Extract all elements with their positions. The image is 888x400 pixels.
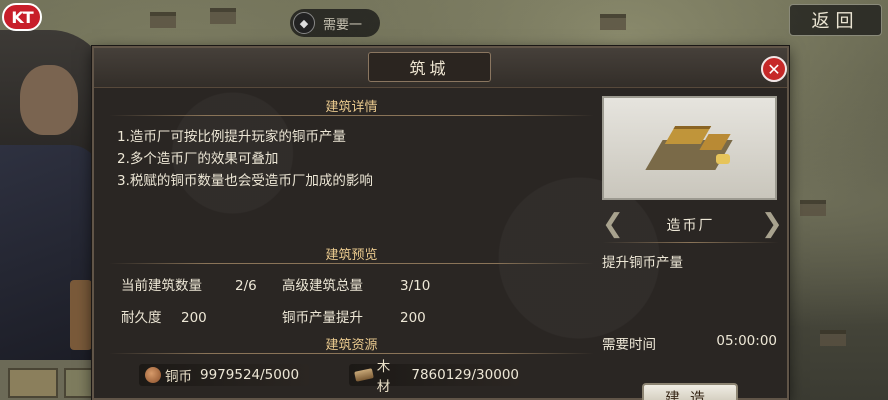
map-building (820, 330, 846, 346)
build-time-row: 需要时间 05:00:00 (602, 333, 779, 353)
build-city-dialog: 筑城 ✕ 建筑详情 1.造币厂可按比例提升玩家的铜币产量 2.多个造币厂的效果可… (92, 46, 789, 400)
current-count-label: 当前建筑数量 (121, 278, 202, 294)
right-panel: ❮ 造币厂 ❯ 提升铜币产量 需要时间 05:00:00 建造 (602, 96, 783, 400)
wood-value: 7860129/30000 (411, 367, 519, 383)
building-description: 提升铜币产量 (602, 255, 683, 271)
resources-heading: 建筑资源 (109, 334, 594, 354)
wood-label: 木材 (376, 359, 391, 395)
player-chip[interactable]: ◆ 需要一 (290, 9, 380, 37)
time-value: 05:00:00 (716, 333, 777, 349)
kt-logo: KT (2, 3, 42, 31)
current-count-value: 2/6 (235, 278, 257, 294)
building-selector: ❮ 造币厂 ❯ (602, 210, 783, 240)
dialog-title-bar: 筑城 ✕ (94, 48, 787, 88)
left-panel: 建筑详情 1.造币厂可按比例提升玩家的铜币产量 2.多个造币厂的效果可叠加 3.… (109, 96, 594, 400)
close-icon[interactable]: ✕ (761, 56, 787, 82)
wood-log-icon (354, 368, 374, 382)
copper-coin-icon (145, 367, 161, 383)
detail-line: 2.多个造币厂的效果可叠加 (117, 151, 279, 167)
time-label: 需要时间 (602, 337, 656, 353)
player-avatar-icon: ◆ (293, 12, 315, 34)
map-building (600, 14, 626, 30)
map-building (800, 200, 826, 216)
advanced-total-value: 3/10 (400, 278, 431, 294)
advisor-face (20, 65, 78, 135)
gold-pile (716, 154, 730, 164)
details-heading: 建筑详情 (109, 96, 594, 116)
back-button[interactable]: 返回 (789, 4, 882, 36)
map-building (210, 8, 236, 24)
advanced-total-label: 高级建筑总量 (282, 278, 363, 294)
advisor-robe (0, 145, 100, 395)
map-building (150, 12, 176, 28)
building-preview-image (602, 96, 777, 200)
scroll-prop (70, 280, 92, 350)
building-name: 造币厂 (666, 218, 715, 234)
resources-row: 铜币 9979524/5000 木材 7860129/30000 (109, 354, 594, 395)
copper-value: 9979524/5000 (200, 367, 300, 383)
preview-grid: 当前建筑数量 2/6 高级建筑总量 3/10 耐久度 200 铜币产量提升 20… (109, 264, 594, 334)
map-thumbnail[interactable] (8, 368, 58, 398)
chevron-left-icon[interactable]: ❮ (602, 211, 624, 238)
copper-label: 铜币 (165, 369, 192, 385)
dialog-title: 筑城 (368, 52, 491, 82)
preview-heading: 建筑预览 (109, 244, 594, 264)
detail-line: 1.造币厂可按比例提升玩家的铜币产量 (117, 129, 346, 145)
copper-boost-value: 200 (400, 310, 426, 326)
details-list: 1.造币厂可按比例提升玩家的铜币产量 2.多个造币厂的效果可叠加 3.税赋的铜币… (109, 116, 594, 244)
wood-resource: 木材 7860129/30000 (349, 359, 519, 395)
detail-line: 3.税赋的铜币数量也会受造币厂加成的影响 (117, 173, 373, 189)
durability-label: 耐久度 (121, 310, 162, 326)
divider (602, 242, 779, 243)
durability-value: 200 (181, 310, 207, 326)
copper-boost-label: 铜币产量提升 (282, 310, 363, 326)
build-button[interactable]: 建造 (642, 383, 738, 400)
player-name: 需要一 (323, 17, 363, 33)
copper-resource: 铜币 9979524/5000 (139, 364, 309, 386)
chevron-right-icon[interactable]: ❯ (761, 211, 783, 238)
